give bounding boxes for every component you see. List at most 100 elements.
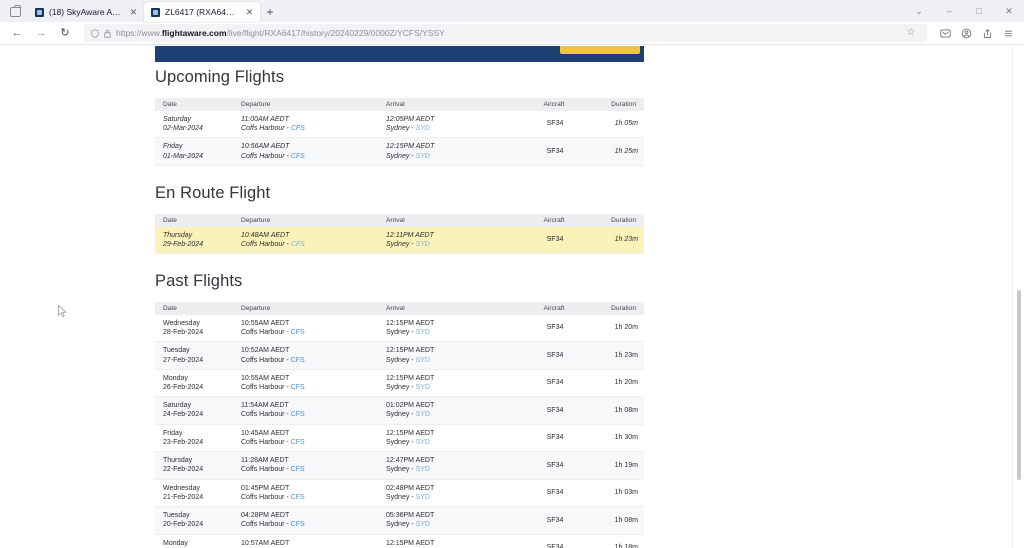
table-row[interactable]: Tuesday20-Feb-202404:28PM AEDTCoffs Harb… [155, 507, 644, 534]
account-icon[interactable] [956, 24, 976, 43]
departure-city: Coffs Harbour [241, 439, 284, 446]
arrival-airport-code-link[interactable]: SYD [416, 494, 430, 501]
table-row[interactable]: Wednesday21-Feb-202401:45PM AEDTCoffs Ha… [155, 479, 644, 506]
cell-departure: 10:55AM AEDTCoffs Harbour - CFS [233, 315, 378, 342]
cell-departure: 10:56AM AEDTCoffs Harbour - CFS [233, 138, 378, 165]
arrival-airport: Sydney - SYD [386, 356, 518, 365]
arrival-time: 02:48PM AEDT [386, 484, 518, 493]
arrival-city: Sydney [386, 329, 409, 336]
departure-airport-code-link[interactable]: CFS [291, 241, 305, 248]
tab-list-chevron-down-icon[interactable]: ⌄ [904, 0, 934, 22]
firefox-view-button[interactable] [2, 2, 28, 22]
close-icon[interactable]: ✕ [994, 0, 1024, 22]
arrival-airport: Sydney - SYD [386, 152, 518, 161]
departure-airport-code-link[interactable]: CFS [291, 384, 305, 391]
minimize-icon[interactable]: – [934, 0, 964, 22]
flight-date: 28-Feb-2024 [163, 328, 227, 337]
lock-icon[interactable] [104, 29, 111, 38]
departure-airport-code-link[interactable]: CFS [291, 439, 305, 446]
flights-table: DateDepartureArrivalAircraftDurationThur… [155, 214, 644, 254]
forward-button[interactable]: → [30, 24, 52, 43]
site-nav-banner [155, 46, 644, 62]
back-button[interactable]: ← [6, 24, 28, 43]
departure-city: Coffs Harbour [241, 357, 284, 364]
arrival-airport-code-link[interactable]: SYD [416, 329, 430, 336]
table-row[interactable]: Friday01-Mar-202410:56AM AEDTCoffs Harbo… [155, 138, 644, 165]
url-path: /live/flight/RXA6417/history/20240229/00… [227, 28, 445, 38]
tab-title: ZL6417 (RXA6417) Regional Exp [165, 7, 239, 18]
column-header-duration: Duration [584, 302, 644, 315]
flight-day: Saturday [163, 115, 227, 124]
departure-airport-code-link[interactable]: CFS [291, 329, 305, 336]
table-row[interactable]: Saturday24-Feb-202411:54AM AEDTCoffs Har… [155, 397, 644, 424]
table-row[interactable]: Thursday29-Feb-202410:48AM AEDTCoffs Har… [155, 227, 644, 254]
arrival-airport-code-link[interactable]: SYD [416, 521, 430, 528]
arrival-time: 05:36PM AEDT [386, 511, 518, 520]
cell-departure: 10:45AM AEDTCoffs Harbour - CFS [233, 424, 378, 451]
cell-date: Monday26-Feb-2024 [155, 369, 233, 396]
arrival-airport-code-link[interactable]: SYD [416, 411, 430, 418]
new-tab-button[interactable]: + [260, 2, 280, 22]
departure-airport-code-link[interactable]: CFS [291, 411, 305, 418]
share-icon[interactable] [977, 24, 997, 43]
table-row[interactable]: Thursday22-Feb-202411:28AM AEDTCoffs Har… [155, 452, 644, 479]
flight-sections: Upcoming Flights DateDepartureArrivalAirc… [155, 68, 644, 548]
table-row[interactable]: Saturday02-Mar-202411:00AM AEDTCoffs Har… [155, 111, 644, 138]
arrival-airport-code-link[interactable]: SYD [416, 439, 430, 446]
section-title: Upcoming Flights [155, 68, 644, 88]
departure-airport-code-link[interactable]: CFS [291, 494, 305, 501]
arrival-city: Sydney [386, 357, 409, 364]
tab-close-icon[interactable]: ✕ [244, 7, 255, 18]
table-row[interactable]: Tuesday27-Feb-202410:52AM AEDTCoffs Harb… [155, 342, 644, 369]
arrival-airport-code-link[interactable]: SYD [416, 466, 430, 473]
cell-aircraft: SF34 [524, 315, 584, 342]
departure-airport-code-link[interactable]: CFS [291, 521, 305, 528]
departure-airport-code-link[interactable]: CFS [291, 153, 305, 160]
departure-airport-code-link[interactable]: CFS [291, 357, 305, 364]
arrival-time: 12:15PM AEDT [386, 539, 518, 548]
shield-icon[interactable] [91, 29, 99, 38]
arrival-airport-code-link[interactable]: SYD [416, 153, 430, 160]
flight-date: 29-Feb-2024 [163, 240, 227, 249]
departure-airport-code-link[interactable]: CFS [291, 466, 305, 473]
table-row[interactable]: Wednesday28-Feb-202410:55AM AEDTCoffs Ha… [155, 315, 644, 342]
arrival-city: Sydney [386, 439, 409, 446]
arrival-airport-code-link[interactable]: SYD [416, 384, 430, 391]
arrival-city: Sydney [386, 466, 409, 473]
maximize-icon[interactable]: □ [964, 0, 994, 22]
cell-departure: 11:54AM AEDTCoffs Harbour - CFS [233, 397, 378, 424]
cell-date: Friday01-Mar-2024 [155, 138, 233, 165]
tab-close-icon[interactable]: ✕ [128, 7, 139, 18]
table-row[interactable]: Monday26-Feb-202410:55AM AEDTCoffs Harbo… [155, 369, 644, 396]
cell-duration: 1h 08m [584, 507, 644, 534]
flight-day: Monday [163, 374, 227, 383]
firefox-view-icon [10, 7, 21, 17]
arrival-airport-code-link[interactable]: SYD [416, 357, 430, 364]
cell-duration: 1h 20m [584, 369, 644, 396]
cell-aircraft: SF34 [524, 369, 584, 396]
flight-date: 24-Feb-2024 [163, 410, 227, 419]
cell-duration: 1h 19m [584, 452, 644, 479]
reload-button[interactable]: ↻ [54, 24, 76, 43]
browser-tab-flightaware[interactable]: ZL6417 (RXA6417) Regional Exp ✕ [144, 2, 260, 22]
page-scrollbar[interactable] [1012, 46, 1024, 548]
section-enroute: En Route FlightDateDepartureArrivalAircr… [155, 184, 644, 254]
table-row[interactable]: Friday23-Feb-202410:45AM AEDTCoffs Harbo… [155, 424, 644, 451]
bookmark-star-icon[interactable]: ☆ [902, 24, 920, 42]
table-row[interactable]: Monday19-Feb-202410:57AM AEDTCoffs Harbo… [155, 534, 644, 548]
banner-cta-button[interactable] [560, 46, 640, 54]
cell-departure: 10:57AM AEDTCoffs Harbour - CFS [233, 534, 378, 548]
flight-day: Thursday [163, 231, 227, 240]
app-menu-icon[interactable] [998, 24, 1018, 43]
pocket-icon[interactable] [935, 24, 955, 43]
address-bar[interactable]: https://www.flightaware.com/live/flight/… [84, 24, 927, 42]
tab-favicon-icon [151, 8, 160, 17]
arrival-airport-code-link[interactable]: SYD [416, 241, 430, 248]
browser-tab-skyaware[interactable]: (18) SkyAware Anywhere ✕ [28, 2, 144, 22]
address-bar-icons [91, 29, 111, 38]
arrival-city: Sydney [386, 125, 409, 132]
flight-date: 21-Feb-2024 [163, 493, 227, 502]
arrival-airport-code-link[interactable]: SYD [416, 125, 430, 132]
scrollbar-thumb[interactable] [1017, 290, 1021, 480]
departure-airport-code-link[interactable]: CFS [291, 125, 305, 132]
